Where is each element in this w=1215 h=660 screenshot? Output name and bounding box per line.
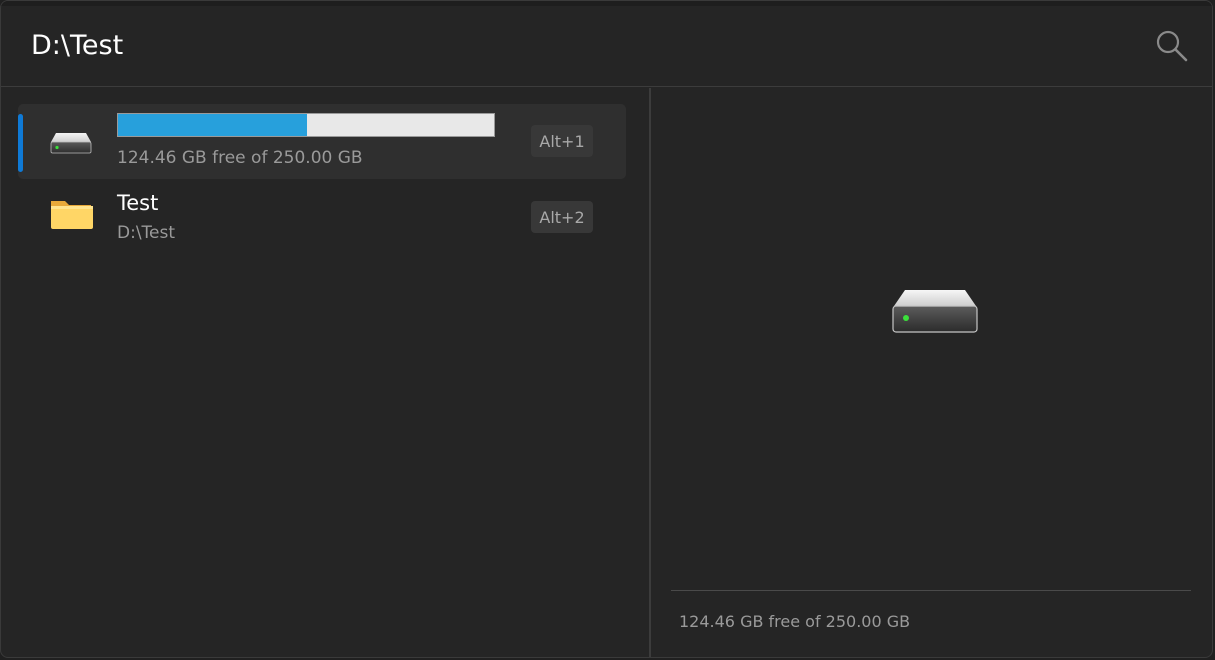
shortcut-badge: Alt+2: [531, 201, 593, 233]
search-icon[interactable]: [1153, 27, 1189, 63]
shortcut-badge: Alt+1: [531, 125, 593, 157]
drive-usage-fill: [118, 114, 307, 136]
selection-indicator: [18, 114, 23, 172]
result-item-drive[interactable]: 124.46 GB free of 250.00 GB Alt+1: [18, 104, 626, 179]
preview-pane: 124.46 GB free of 250.00 GB: [651, 88, 1212, 657]
drive-free-space-text: 124.46 GB free of 250.00 GB: [117, 148, 363, 168]
drive-usage-bar: [117, 113, 495, 137]
result-item-folder[interactable]: Test D:\Test Alt+2: [18, 179, 626, 254]
preview-free-space-text: 124.46 GB free of 250.00 GB: [679, 612, 911, 631]
preview-divider: [671, 590, 1191, 591]
search-header: [1, 1, 1212, 87]
results-list: 124.46 GB free of 250.00 GB Alt+1 Test D…: [1, 88, 649, 657]
drive-icon: [50, 133, 92, 154]
folder-icon: [51, 201, 93, 229]
result-title: Test: [117, 191, 159, 215]
search-input[interactable]: [31, 23, 1131, 67]
drive-icon: [892, 290, 978, 333]
launcher-window: 124.46 GB free of 250.00 GB Alt+1 Test D…: [0, 0, 1213, 658]
result-path: D:\Test: [117, 223, 176, 243]
